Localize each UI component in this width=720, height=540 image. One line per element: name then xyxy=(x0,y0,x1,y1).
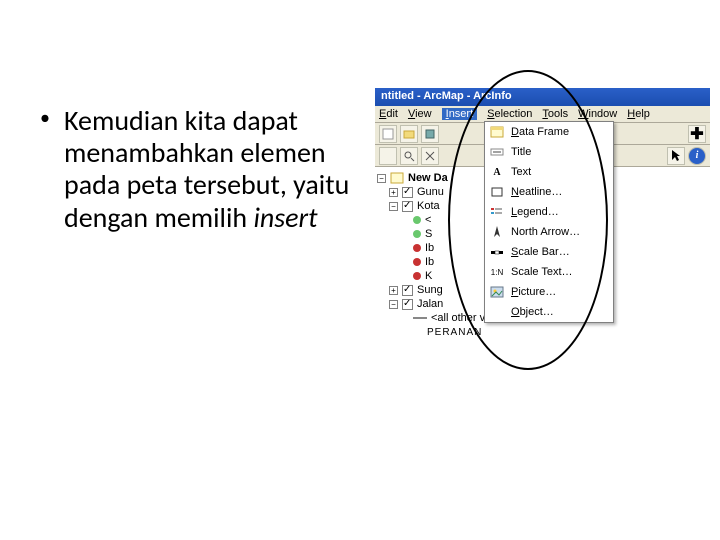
expand-icon[interactable]: − xyxy=(377,174,386,183)
menuitem-legend[interactable]: Legend… xyxy=(485,202,613,222)
scale-bar-icon xyxy=(489,244,505,260)
text-icon: A xyxy=(489,164,505,180)
layer-checkbox[interactable] xyxy=(402,187,413,198)
menu-selection[interactable]: Selection xyxy=(487,108,532,120)
menu-bar: Edit View Insert Selection Tools Window … xyxy=(375,106,710,123)
menuitem-object[interactable]: Object… xyxy=(485,302,613,322)
bullet-text-em: insert xyxy=(253,200,317,235)
toolbar-button[interactable] xyxy=(421,147,439,165)
menuitem-title[interactable]: Title xyxy=(485,142,613,162)
bullet-dot: • xyxy=(40,107,50,130)
expand-icon[interactable]: − xyxy=(389,300,398,309)
menu-view[interactable]: View xyxy=(408,108,432,120)
bullet-paragraph: • Kemudian kita dapat menambahkan elemen… xyxy=(40,105,350,234)
menuitem-north-arrow[interactable]: North Arrow… xyxy=(485,222,613,242)
menuitem-picture[interactable]: Picture… xyxy=(485,282,613,302)
legend-icon xyxy=(489,204,505,220)
arcmap-screenshot: ntitled - ArcMap - ArcInfo Edit View Ins… xyxy=(375,88,710,342)
neatline-icon xyxy=(489,184,505,200)
menuitem-scale-bar[interactable]: Scale Bar… xyxy=(485,242,613,262)
toolbar-button[interactable] xyxy=(400,125,418,143)
toolbar-button[interactable] xyxy=(421,125,439,143)
toolbar-button[interactable] xyxy=(379,147,397,165)
menu-window[interactable]: Window xyxy=(578,108,617,120)
menuitem-neatline[interactable]: Neatline… xyxy=(485,182,613,202)
expand-icon[interactable]: + xyxy=(389,286,398,295)
menu-edit[interactable]: Edit xyxy=(379,108,398,120)
menu-help[interactable]: Help xyxy=(627,108,650,120)
layer-checkbox[interactable] xyxy=(402,201,413,212)
window-titlebar: ntitled - ArcMap - ArcInfo xyxy=(375,88,710,106)
expand-icon[interactable]: + xyxy=(389,188,398,197)
scale-text-icon: 1:N xyxy=(489,264,505,280)
menuitem-data-frame[interactable]: Data Frame xyxy=(485,122,613,142)
data-frame-icon xyxy=(489,124,505,140)
picture-icon xyxy=(489,284,505,300)
pointer-button[interactable] xyxy=(667,147,685,165)
identify-button[interactable]: i xyxy=(688,147,706,165)
toolbar-button[interactable] xyxy=(379,125,397,143)
insert-dropdown: Data Frame Title A Text Neatline… xyxy=(484,121,614,323)
menuitem-scale-text[interactable]: 1:N Scale Text… xyxy=(485,262,613,282)
north-arrow-icon xyxy=(489,224,505,240)
object-icon xyxy=(489,304,505,320)
menu-tools[interactable]: Tools xyxy=(542,108,568,120)
expand-icon[interactable]: − xyxy=(389,202,398,211)
window-title: ntitled - ArcMap - ArcInfo xyxy=(381,90,512,102)
menuitem-text[interactable]: A Text xyxy=(485,162,613,182)
layer-checkbox[interactable] xyxy=(402,299,413,310)
toc-footer: PERANAN xyxy=(377,327,708,338)
menu-insert[interactable]: Insert xyxy=(442,108,478,120)
layer-checkbox[interactable] xyxy=(402,285,413,296)
toolbar-button[interactable] xyxy=(400,147,418,165)
title-icon xyxy=(489,144,505,160)
add-data-button[interactable]: ✚ xyxy=(688,125,706,143)
